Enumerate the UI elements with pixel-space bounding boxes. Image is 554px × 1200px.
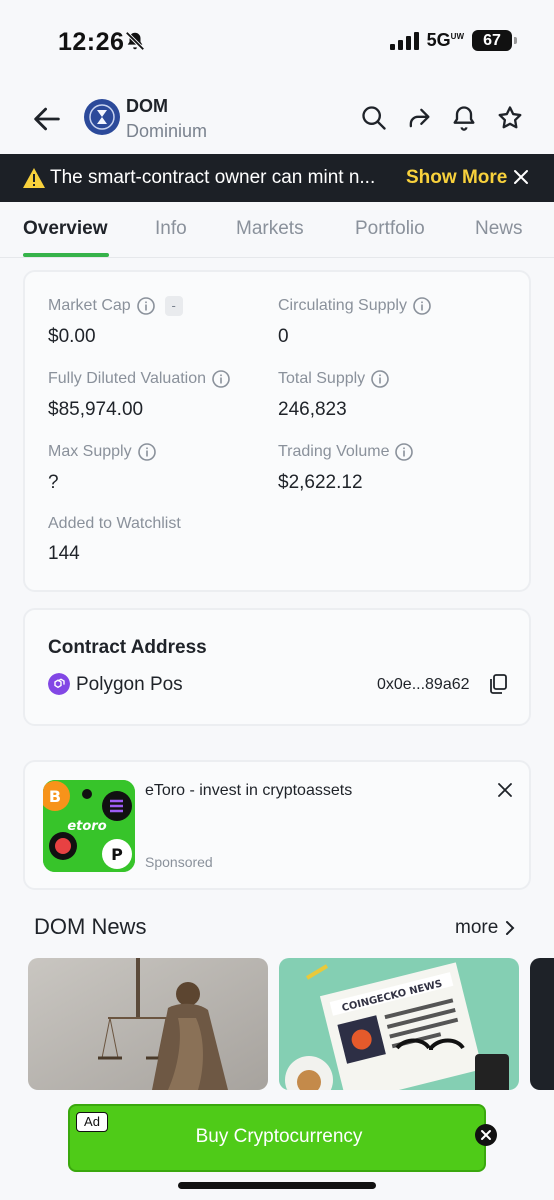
coin-symbol: DOM — [126, 96, 168, 116]
stat-max-supply: Max Supply ? — [48, 442, 157, 494]
news-section-title: DOM News — [34, 914, 147, 939]
copy-icon[interactable] — [487, 673, 509, 695]
svg-text:etoro: etoro — [67, 819, 106, 834]
status-bar: 12:26 5GUW 67 — [0, 0, 554, 80]
hourglass-icon — [89, 104, 115, 130]
chain-name: Polygon Pos — [76, 674, 183, 695]
stat-value: $0.00 — [48, 326, 96, 347]
home-indicator[interactable] — [178, 1182, 376, 1189]
stat-label: Max Supply — [48, 443, 132, 460]
stat-label: Total Supply — [278, 370, 366, 387]
chevron-right-icon — [506, 921, 515, 935]
coin-name: Dominium — [126, 121, 208, 141]
stat-label: Circulating Supply — [278, 297, 407, 314]
svg-text:P: P — [111, 845, 123, 864]
coin-header: DOM Dominium — [0, 80, 554, 154]
tab-portfolio[interactable]: Portfolio — [355, 218, 425, 240]
info-icon[interactable] — [211, 369, 231, 389]
network-type: 5GUW — [426, 30, 464, 50]
stat-value: 246,823 — [278, 399, 347, 420]
close-ad-icon[interactable] — [475, 1124, 497, 1146]
stat-label: Added to Watchlist — [48, 515, 181, 532]
stat-watchlist: Added to Watchlist 144 — [48, 515, 181, 565]
stat-total-supply: Total Supply 246,823 — [278, 369, 390, 421]
stat-value: 144 — [48, 543, 80, 564]
svg-text:B: B — [49, 787, 61, 806]
stat-trading-volume: Trading Volume $2,622.12 — [278, 442, 414, 494]
tab-news[interactable]: News — [475, 218, 523, 240]
tab-bar: Overview Info Markets Portfolio News — [0, 202, 554, 258]
sponsored-ad-card[interactable]: B P etoro eToro - invest in cryptoassets… — [23, 760, 531, 890]
etoro-logo: B P etoro — [43, 780, 135, 872]
info-icon[interactable] — [412, 296, 432, 316]
tab-overview[interactable]: Overview — [23, 218, 108, 240]
close-icon[interactable] — [497, 782, 513, 798]
info-icon[interactable] — [137, 442, 157, 462]
stat-label: Market Cap — [48, 297, 131, 314]
stats-card: Market Cap - $0.00 Circulating Supply 0 … — [23, 270, 531, 592]
show-more-button[interactable]: Show More — [406, 167, 507, 189]
contract-title: Contract Address — [48, 637, 207, 658]
star-icon[interactable] — [496, 104, 524, 132]
stat-value: 0 — [278, 326, 289, 347]
status-time: 12:26 — [58, 28, 125, 56]
newspaper-image: COINGECKO NEWS — [279, 958, 519, 1090]
signal-icon — [389, 31, 419, 50]
info-icon[interactable] — [136, 296, 156, 316]
search-icon[interactable] — [360, 104, 388, 132]
contract-card: Contract Address Polygon Pos 0x0e...89a6… — [23, 608, 531, 726]
sponsored-label: Sponsored — [145, 854, 213, 870]
share-icon[interactable] — [405, 104, 433, 132]
news-more-link[interactable]: more — [455, 917, 516, 939]
coin-logo — [84, 99, 120, 135]
crypto-logos-icon: B P etoro — [43, 780, 135, 872]
stat-circulating-supply: Circulating Supply 0 — [278, 296, 432, 348]
more-label: more — [455, 917, 499, 938]
info-icon[interactable] — [370, 369, 390, 389]
stat-label: Trading Volume — [278, 443, 390, 460]
stat-value: ? — [48, 472, 59, 493]
news-card-image[interactable] — [530, 958, 554, 1090]
back-arrow-icon[interactable] — [30, 102, 64, 136]
close-icon — [481, 1130, 491, 1140]
stat-market-cap: Market Cap - $0.00 — [48, 296, 183, 348]
warning-banner: The smart-contract owner can mint n... S… — [0, 154, 554, 202]
polygon-icon — [48, 673, 70, 695]
justice-statue-image — [28, 958, 268, 1090]
bell-muted-icon — [125, 31, 145, 51]
news-card-image[interactable] — [28, 958, 268, 1090]
warning-text: The smart-contract owner can mint n... — [50, 167, 376, 188]
news-card-image[interactable]: COINGECKO NEWS — [279, 958, 519, 1090]
bell-icon[interactable] — [450, 104, 478, 132]
close-icon[interactable] — [512, 168, 530, 186]
rank-badge: - — [164, 296, 183, 316]
stat-label: Fully Diluted Valuation — [48, 370, 207, 387]
ad-title[interactable]: eToro - invest in cryptoassets — [145, 782, 352, 800]
tab-info[interactable]: Info — [155, 218, 187, 240]
ad-bar-label: Buy Cryptocurrency — [195, 1126, 363, 1147]
stat-value: $85,974.00 — [48, 399, 144, 420]
contract-address[interactable]: 0x0e...89a62 — [377, 676, 470, 694]
active-tab-indicator — [23, 253, 109, 257]
tab-markets[interactable]: Markets — [236, 218, 304, 240]
warning-icon — [23, 168, 45, 188]
battery-indicator: 67 — [472, 30, 517, 51]
buy-crypto-ad-button[interactable]: Ad Buy Cryptocurrency — [68, 1104, 486, 1172]
stat-value: $2,622.12 — [278, 472, 363, 493]
stat-fully-diluted-valuation: Fully Diluted Valuation $85,974.00 — [48, 369, 231, 421]
info-icon[interactable] — [394, 442, 414, 462]
